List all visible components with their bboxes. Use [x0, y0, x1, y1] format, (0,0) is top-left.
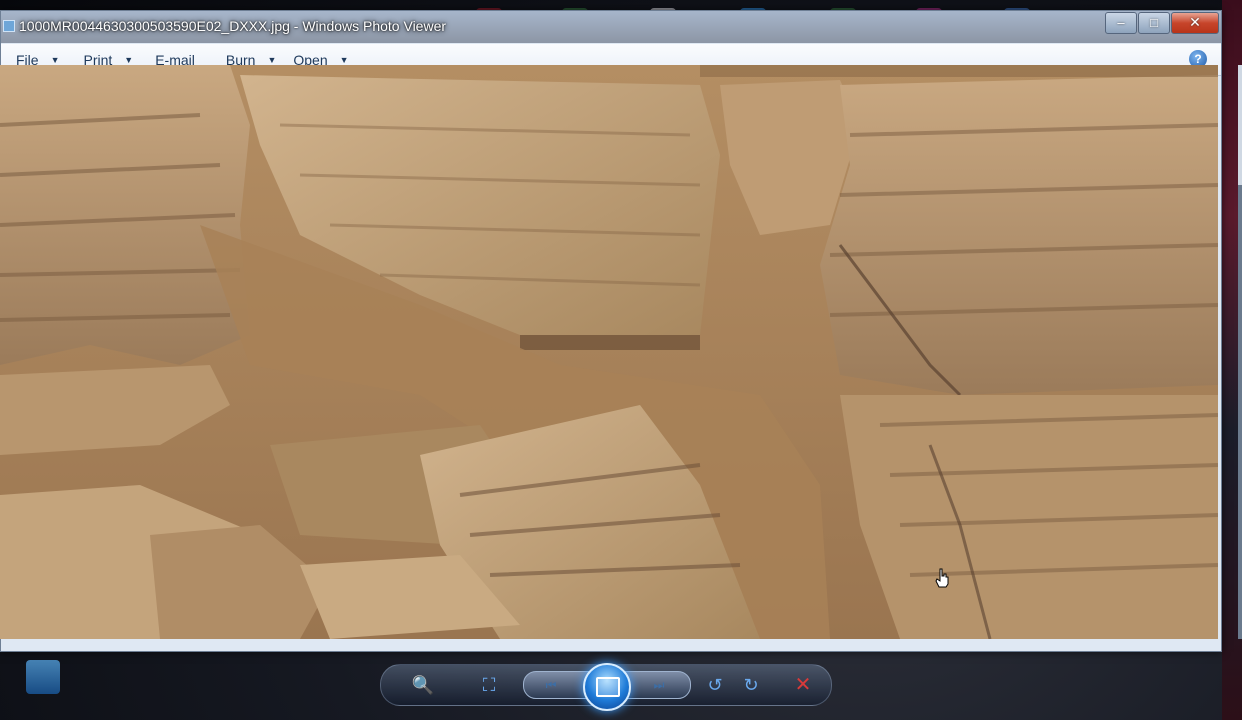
zoom-icon[interactable]: 🔍 [411, 673, 435, 697]
slideshow-icon [596, 677, 620, 697]
scrollbar-thumb[interactable] [1238, 65, 1242, 185]
displayed-photo[interactable] [0, 65, 1218, 639]
actual-size-icon[interactable]: ⛶ [477, 673, 501, 697]
window-controls: – □ ✕ [1104, 12, 1219, 34]
rotate-counterclockwise-icon[interactable]: ↺ [703, 673, 727, 697]
app-icon [3, 20, 15, 32]
title-bar[interactable]: 1000MR0044630300503590E02_DXXX.jpg - Win… [1, 11, 1221, 43]
dropdown-arrow-icon: ▼ [124, 54, 134, 65]
delete-icon[interactable]: ✕ [791, 673, 815, 697]
minimize-button[interactable]: – [1105, 12, 1137, 34]
window-title: 1000MR0044630300503590E02_DXXX.jpg - Win… [19, 18, 447, 34]
next-icon[interactable]: ⏭ [649, 672, 669, 698]
maximize-button[interactable]: □ [1138, 12, 1170, 34]
rotate-clockwise-icon[interactable]: ↻ [739, 673, 763, 697]
desktop-shortcut-icon[interactable] [26, 660, 60, 694]
previous-icon[interactable]: ⏮ [541, 672, 561, 698]
dropdown-arrow-icon: ▼ [50, 54, 60, 65]
slideshow-button[interactable] [583, 663, 631, 711]
dropdown-arrow-icon: ▼ [267, 54, 277, 65]
hand-cursor-icon [935, 568, 949, 588]
close-button[interactable]: ✕ [1171, 12, 1219, 34]
viewer-controls: 🔍 ⛶ ⏮ ⏭ ↺ ↻ ✕ [380, 663, 832, 711]
dropdown-arrow-icon: ▼ [339, 54, 349, 65]
mars-rock-photo [0, 65, 1218, 639]
